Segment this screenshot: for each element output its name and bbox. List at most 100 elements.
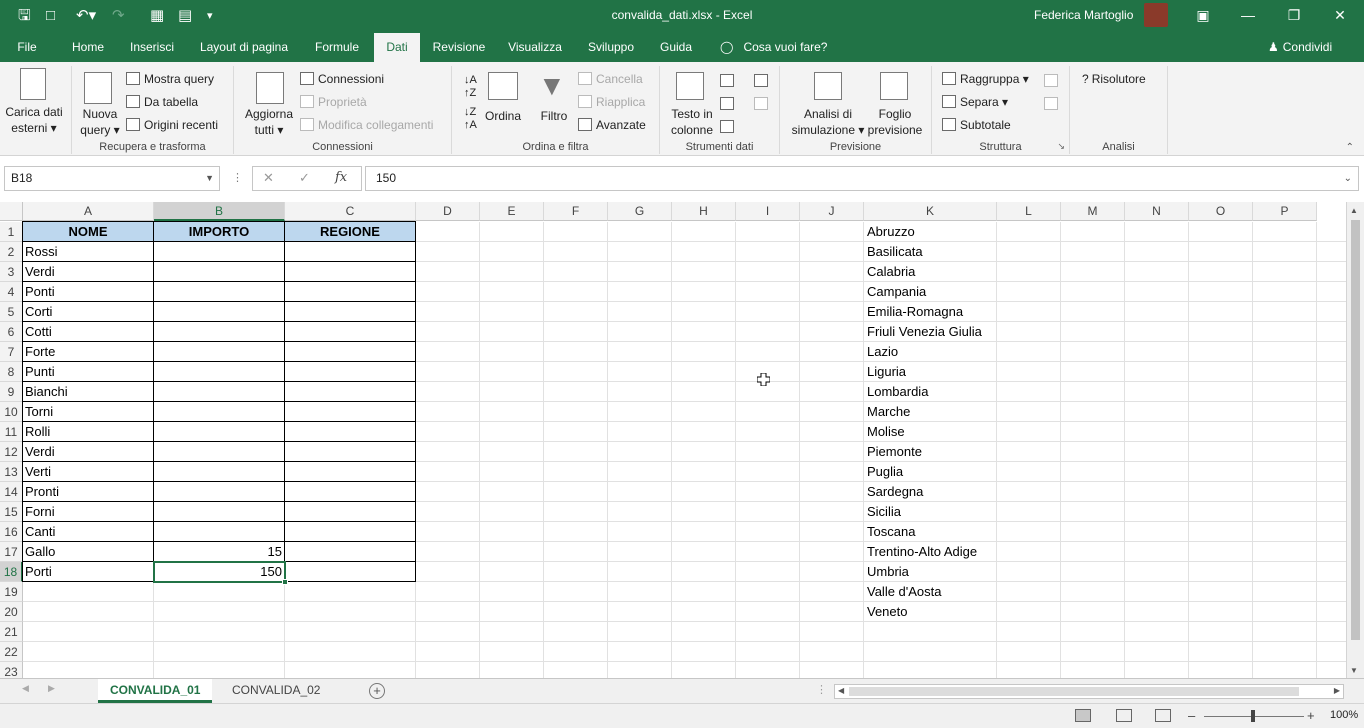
row-header-22[interactable]: 22	[0, 642, 23, 662]
region-list-cell[interactable]: Puglia	[864, 462, 903, 482]
cancel-icon[interactable]: ✕	[263, 170, 274, 186]
row-header-1[interactable]: 1	[0, 222, 23, 242]
table-cell-nome[interactable]: Verdi	[22, 441, 154, 462]
data-validation-icon[interactable]	[720, 120, 734, 133]
table-cell-regione[interactable]	[284, 521, 416, 542]
table-cell-regione[interactable]	[284, 241, 416, 262]
region-list-cell[interactable]: Emilia-Romagna	[864, 302, 963, 322]
avanzate-button[interactable]: Avanzate	[578, 118, 646, 132]
filtro-button[interactable]: Filtro	[534, 108, 574, 124]
row-header-14[interactable]: 14	[0, 482, 23, 502]
table-cell-importo[interactable]	[153, 401, 285, 422]
carica-dati-button[interactable]: Carica dati esterni ▾	[0, 104, 68, 136]
region-list-cell[interactable]: Lazio	[864, 342, 898, 362]
splitter-icon[interactable]: ⋮	[232, 171, 243, 184]
proprieta-button[interactable]: Proprietà	[300, 95, 367, 109]
row-header-15[interactable]: 15	[0, 502, 23, 522]
relationships-icon[interactable]	[754, 97, 768, 110]
zoom-out-icon[interactable]: –	[1188, 708, 1195, 723]
row-header-17[interactable]: 17	[0, 542, 23, 562]
region-list-cell[interactable]: Sicilia	[864, 502, 901, 522]
sort-za-icon[interactable]: ↓Z ↑A	[464, 106, 477, 132]
flash-fill-icon[interactable]	[720, 74, 734, 87]
subtotale-button[interactable]: Subtotale	[942, 118, 1011, 132]
tell-me-box[interactable]: ◯ Cosa vuoi fare?	[720, 33, 827, 62]
table-cell-regione[interactable]	[284, 321, 416, 342]
scroll-thumb[interactable]	[1351, 220, 1360, 640]
column-header-i[interactable]: I	[736, 202, 800, 221]
zoom-level[interactable]: 100%	[1330, 709, 1358, 721]
tab-inserisci[interactable]: Inserisci	[124, 33, 180, 62]
table-cell-regione[interactable]	[284, 401, 416, 422]
prev-sheet-icon[interactable]: ◀	[22, 683, 29, 694]
enter-icon[interactable]: ✓	[299, 170, 310, 186]
zoom-in-icon[interactable]: +	[1307, 708, 1315, 723]
riapplica-button[interactable]: Riapplica	[578, 95, 645, 109]
column-header-l[interactable]: L	[997, 202, 1061, 221]
new-query-icon[interactable]	[84, 72, 112, 104]
region-list-cell[interactable]: Umbria	[864, 562, 909, 582]
row-header-8[interactable]: 8	[0, 362, 23, 382]
column-header-d[interactable]: D	[416, 202, 480, 221]
table-cell-importo[interactable]	[153, 501, 285, 522]
table-cell-nome[interactable]: Punti	[22, 361, 154, 382]
text-to-columns-icon[interactable]	[676, 72, 704, 100]
sort-az-icon[interactable]: ↓A ↑Z	[464, 74, 477, 100]
column-header-a[interactable]: A	[23, 202, 154, 221]
scroll-up-icon[interactable]: ▲	[1350, 206, 1358, 215]
page-layout-view-icon[interactable]	[1116, 709, 1132, 722]
refresh-all-icon[interactable]	[256, 72, 284, 104]
table-cell-importo[interactable]	[153, 421, 285, 442]
share-button[interactable]: ♟ Condividi	[1268, 33, 1332, 62]
tab-revisione[interactable]: Revisione	[426, 33, 492, 62]
raggruppa-button[interactable]: Raggruppa ▾	[942, 72, 1029, 86]
show-detail-icon[interactable]	[1044, 74, 1058, 87]
tab-guida[interactable]: Guida	[654, 33, 698, 62]
row-header-18[interactable]: 18	[0, 562, 23, 582]
tab-visualizza[interactable]: Visualizza	[502, 33, 568, 62]
scroll-down-icon[interactable]: ▼	[1350, 666, 1358, 675]
remove-duplicates-icon[interactable]	[720, 97, 734, 110]
table-cell-regione[interactable]	[284, 261, 416, 282]
region-list-cell[interactable]: Valle d'Aosta	[864, 582, 942, 602]
row-header-7[interactable]: 7	[0, 342, 23, 362]
table-cell-nome[interactable]: Canti	[22, 521, 154, 542]
table-cell-nome[interactable]: Verdi	[22, 261, 154, 282]
table-cell-importo[interactable]	[153, 441, 285, 462]
tab-dati[interactable]: Dati	[374, 33, 420, 62]
aggiorna-tutti-button[interactable]: Aggiorna tutti ▾	[240, 106, 298, 138]
tab-formule[interactable]: Formule	[306, 33, 368, 62]
table-cell-importo[interactable]	[153, 381, 285, 402]
expand-formula-icon[interactable]: ⌄	[1344, 167, 1352, 190]
minimize-icon[interactable]: —	[1238, 5, 1258, 25]
foglio-previsione-button[interactable]: Foglio previsione	[866, 106, 924, 138]
region-list-cell[interactable]: Toscana	[864, 522, 915, 542]
table-header-cell[interactable]: IMPORTO	[153, 221, 285, 242]
table-cell-importo[interactable]	[153, 261, 285, 282]
region-list-cell[interactable]: Friuli Venezia Giulia	[864, 322, 982, 342]
table-cell-nome[interactable]: Bianchi	[22, 381, 154, 402]
row-header-10[interactable]: 10	[0, 402, 23, 422]
table-cell-nome[interactable]: Pronti	[22, 481, 154, 502]
table-cell-nome[interactable]: Porti	[22, 561, 154, 582]
close-icon[interactable]: ✕	[1330, 5, 1350, 25]
sort-icon[interactable]	[488, 72, 518, 100]
scroll-thumb[interactable]	[849, 687, 1299, 696]
filter-icon[interactable]: ▼	[538, 70, 566, 102]
active-cell-selection[interactable]	[153, 561, 286, 583]
row-header-13[interactable]: 13	[0, 462, 23, 482]
region-list-cell[interactable]: Piemonte	[864, 442, 922, 462]
add-sheet-icon[interactable]: +	[369, 683, 385, 699]
table-cell-importo[interactable]	[153, 361, 285, 382]
origini-recenti-button[interactable]: Origini recenti	[126, 118, 218, 132]
sheet-tab-convalida-01[interactable]: CONVALIDA_01	[98, 679, 213, 703]
avatar[interactable]	[1144, 3, 1168, 27]
tab-splitter-icon[interactable]: ⋮	[816, 683, 827, 696]
table-header-cell[interactable]: REGIONE	[284, 221, 416, 242]
row-header-23[interactable]: 23	[0, 662, 23, 678]
row-header-11[interactable]: 11	[0, 422, 23, 442]
region-list-cell[interactable]: Basilicata	[864, 242, 923, 262]
da-tabella-button[interactable]: Da tabella	[126, 95, 198, 109]
what-if-icon[interactable]	[814, 72, 842, 100]
column-header-m[interactable]: M	[1061, 202, 1125, 221]
